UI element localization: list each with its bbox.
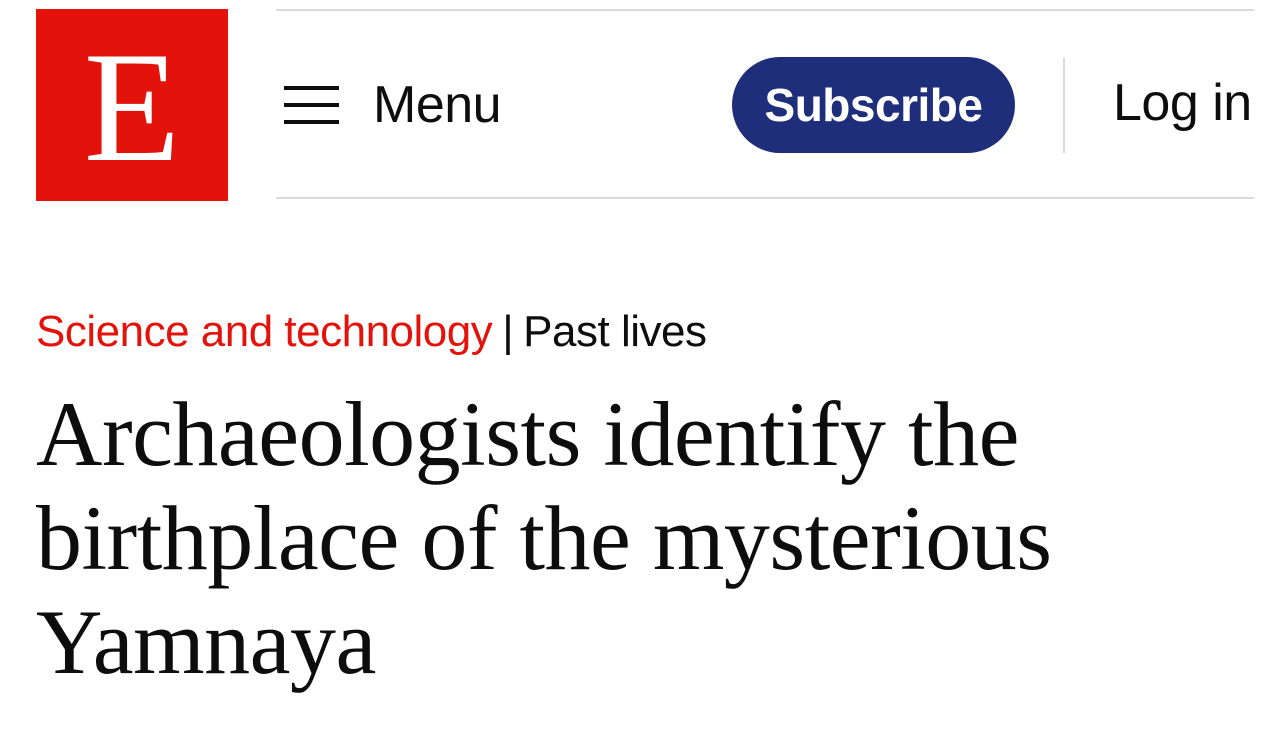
header-top-rule <box>276 9 1254 11</box>
header-divider <box>1063 58 1065 153</box>
subscribe-button[interactable]: Subscribe <box>732 57 1015 153</box>
header-bottom-rule <box>276 197 1254 199</box>
login-link[interactable]: Log in <box>1113 70 1252 136</box>
menu-button[interactable]: Menu <box>284 72 502 138</box>
article-headline: Archaeologists identify the birthplace o… <box>36 383 1052 693</box>
article-kicker: Science and technology | Past lives <box>36 302 707 362</box>
logo-letter: E <box>83 20 181 195</box>
menu-label: Menu <box>373 76 502 134</box>
section-link[interactable]: Science and technology <box>36 307 493 356</box>
article-rubric: Past lives <box>523 307 707 356</box>
hamburger-icon <box>284 86 339 124</box>
kicker-separator: | <box>502 307 514 356</box>
site-logo[interactable]: E <box>36 9 228 201</box>
